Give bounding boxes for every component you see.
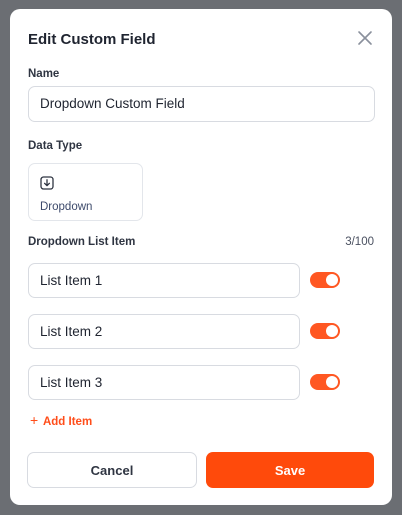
list-item-2-field[interactable]: List Item 2: [28, 314, 300, 349]
toggle-knob: [326, 274, 338, 286]
name-label: Name: [28, 68, 60, 80]
list-item-2-toggle[interactable]: [310, 323, 340, 339]
list-item-3-toggle[interactable]: [310, 374, 340, 390]
dropdown-list-label: Dropdown List Item: [28, 236, 136, 248]
edit-custom-field-modal: Edit Custom Field Name Dropdown Custom F…: [10, 9, 392, 505]
data-type-option-label: Dropdown: [40, 201, 93, 213]
save-button[interactable]: Save: [206, 452, 374, 488]
dropdown-arrow-icon: [40, 176, 54, 190]
toggle-knob: [326, 325, 338, 337]
modal-title: Edit Custom Field: [28, 31, 156, 48]
data-type-label: Data Type: [28, 140, 83, 152]
list-item-1-toggle[interactable]: [310, 272, 340, 288]
add-item-label: Add Item: [42, 416, 93, 428]
list-item-3-field[interactable]: List Item 3: [28, 365, 300, 400]
list-item-counter: 3/100: [345, 236, 374, 248]
toggle-knob: [326, 376, 338, 388]
data-type-dropdown-card[interactable]: Dropdown: [28, 163, 143, 221]
close-icon[interactable]: [356, 29, 374, 47]
list-item-1-field[interactable]: List Item 1: [28, 263, 300, 298]
plus-icon: +: [30, 412, 39, 428]
add-item-button[interactable]: + Add Item: [30, 412, 92, 428]
cancel-button[interactable]: Cancel: [27, 452, 197, 488]
name-field[interactable]: Dropdown Custom Field: [28, 86, 375, 122]
